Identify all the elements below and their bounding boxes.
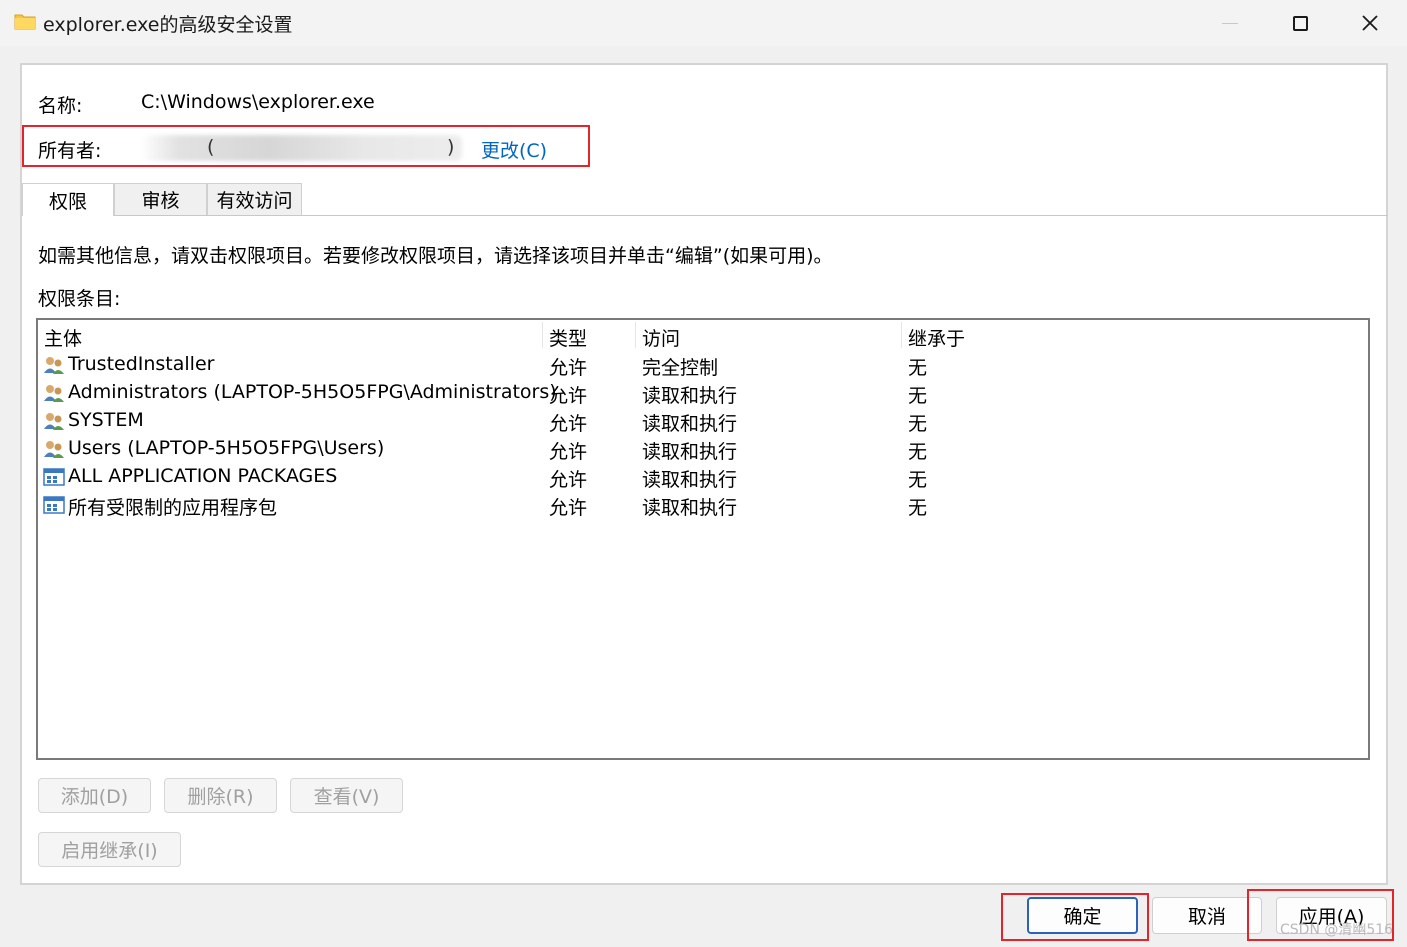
inherited-cell: 无: [908, 385, 928, 407]
principal-cell: ALL APPLICATION PACKAGES: [68, 465, 338, 487]
user-group-icon: [44, 385, 64, 402]
close-icon: [1362, 15, 1378, 31]
permission-entries-label: 权限条目:: [38, 288, 121, 310]
folder-icon: [14, 14, 36, 30]
table-row[interactable]: Users (LAPTOP-5H5O5FPG\Users) 允许 读取和执行 无: [38, 435, 1368, 463]
table-row[interactable]: Administrators (LAPTOP-5H5O5FPG\Administ…: [38, 379, 1368, 407]
owner-paren-open: (: [207, 136, 215, 158]
close-button[interactable]: [1335, 0, 1405, 46]
column-separator[interactable]: [542, 322, 543, 348]
user-group-icon: [44, 441, 64, 458]
inherited-cell: 无: [908, 413, 928, 435]
tab-bar: 权限 审核 有效访问: [22, 183, 1388, 216]
principal-cell: TrustedInstaller: [68, 353, 215, 375]
type-cell: 允许: [549, 469, 588, 491]
tab-divider: [114, 215, 1388, 216]
app-package-icon: [43, 496, 65, 514]
tab-auditing[interactable]: 审核: [114, 183, 207, 215]
owner-value-redacted: [140, 135, 462, 161]
table-row[interactable]: ALL APPLICATION PACKAGES 允许 读取和执行 无: [38, 463, 1368, 491]
access-cell: 读取和执行: [642, 497, 738, 519]
column-separator[interactable]: [635, 322, 636, 348]
type-cell: 允许: [549, 497, 588, 519]
enable-inheritance-button[interactable]: 启用继承(I): [38, 832, 181, 867]
maximize-icon: [1292, 15, 1308, 31]
user-group-icon: [44, 413, 64, 430]
column-separator[interactable]: [901, 322, 902, 348]
owner-label: 所有者:: [38, 140, 102, 162]
add-button[interactable]: 添加(D): [38, 778, 151, 813]
minimize-icon: [1222, 22, 1238, 24]
user-group-icon: [44, 357, 64, 374]
principal-cell: SYSTEM: [68, 409, 144, 431]
tab-effective-access[interactable]: 有效访问: [207, 183, 302, 215]
access-cell: 完全控制: [642, 357, 719, 379]
minimize-button[interactable]: [1195, 0, 1265, 46]
type-cell: 允许: [549, 413, 588, 435]
type-cell: 允许: [549, 357, 588, 379]
instructions-text: 如需其他信息，请双击权限项目。若要修改权限项目，请选择该项目并单击“编辑”(如果…: [38, 245, 833, 267]
inherited-cell: 无: [908, 441, 928, 463]
view-button[interactable]: 查看(V): [290, 778, 403, 813]
name-label: 名称:: [38, 95, 83, 117]
table-row[interactable]: TrustedInstaller 允许 完全控制 无: [38, 351, 1368, 379]
principal-cell: Users (LAPTOP-5H5O5FPG\Users): [68, 437, 385, 459]
permission-entries-list[interactable]: 主体 类型 访问 继承于 TrustedInstaller 允许 完全控制 无 …: [36, 318, 1370, 760]
column-header-access[interactable]: 访问: [642, 324, 680, 350]
inherited-cell: 无: [908, 497, 928, 519]
principal-cell: Administrators (LAPTOP-5H5O5FPG\Administ…: [68, 381, 557, 403]
change-owner-link[interactable]: 更改(C): [481, 136, 547, 163]
access-cell: 读取和执行: [642, 413, 738, 435]
window-title: explorer.exe的高级安全设置: [43, 14, 293, 36]
column-header-type[interactable]: 类型: [549, 324, 587, 350]
owner-paren-close: ): [447, 136, 455, 158]
inherited-cell: 无: [908, 357, 928, 379]
table-row[interactable]: 所有受限制的应用程序包 允许 读取和执行 无: [38, 491, 1368, 519]
main-panel: 名称: C:\Windows\explorer.exe 所有者: ( ) 更改(…: [20, 63, 1388, 885]
remove-button[interactable]: 删除(R): [164, 778, 277, 813]
maximize-button[interactable]: [1265, 0, 1335, 46]
column-header-principal[interactable]: 主体: [44, 324, 82, 350]
access-cell: 读取和执行: [642, 385, 738, 407]
ok-button[interactable]: 确定: [1027, 897, 1138, 934]
watermark: CSDN @清幽516: [1280, 922, 1394, 938]
principal-cell: 所有受限制的应用程序包: [68, 497, 278, 519]
type-cell: 允许: [549, 385, 588, 407]
table-row[interactable]: SYSTEM 允许 读取和执行 无: [38, 407, 1368, 435]
access-cell: 读取和执行: [642, 441, 738, 463]
column-header-inherited-from[interactable]: 继承于: [908, 324, 965, 350]
title-bar: explorer.exe的高级安全设置: [0, 0, 1407, 46]
name-value: C:\Windows\explorer.exe: [141, 91, 375, 113]
tab-permissions[interactable]: 权限: [22, 183, 114, 216]
type-cell: 允许: [549, 441, 588, 463]
access-cell: 读取和执行: [642, 469, 738, 491]
app-package-icon: [43, 468, 65, 486]
inherited-cell: 无: [908, 469, 928, 491]
cancel-button[interactable]: 取消: [1152, 897, 1262, 934]
